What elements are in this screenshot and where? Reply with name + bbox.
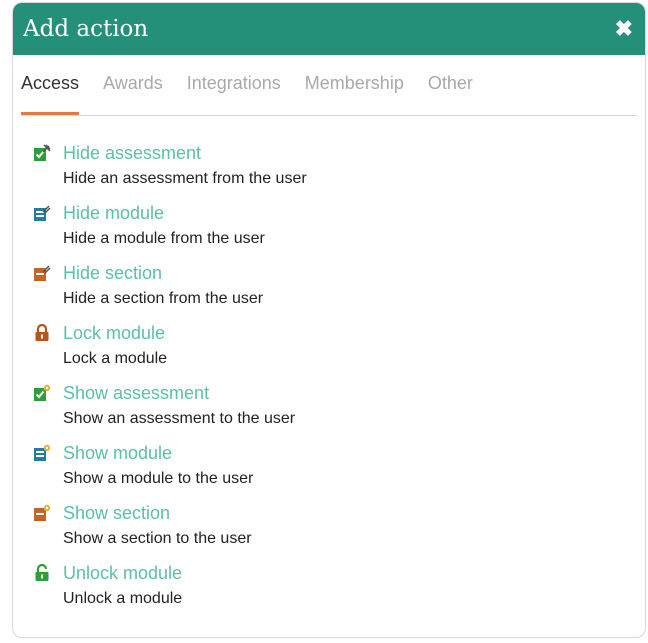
dialog-header: Add action ✖ bbox=[13, 3, 645, 55]
action-title: Show assessment bbox=[63, 383, 210, 403]
action-title: Hide module bbox=[63, 203, 165, 223]
action-description: Show a section to the user bbox=[63, 530, 252, 547]
action-unlock-module[interactable]: Unlock module Unlock a module bbox=[33, 562, 645, 610]
action-title: Hide assessment bbox=[63, 143, 202, 163]
hide-section-icon bbox=[33, 264, 51, 282]
action-description: Show a module to the user bbox=[63, 470, 254, 487]
action-title: Show module bbox=[63, 443, 173, 463]
tab-membership[interactable]: Membership bbox=[305, 73, 404, 115]
action-description: Hide an assessment from the user bbox=[63, 170, 307, 187]
lock-icon bbox=[33, 324, 51, 342]
action-show-section[interactable]: Show section Show a section to the user bbox=[33, 502, 645, 550]
tab-awards[interactable]: Awards bbox=[103, 73, 163, 115]
action-description: Show an assessment to the user bbox=[63, 410, 296, 427]
action-description: Hide a module from the user bbox=[63, 230, 265, 247]
action-hide-module[interactable]: Hide module Hide a module from the user bbox=[33, 202, 645, 250]
action-description: Hide a section from the user bbox=[63, 290, 264, 307]
tab-integrations[interactable]: Integrations bbox=[187, 73, 281, 115]
action-hide-assessment[interactable]: Hide assessment Hide an assessment from … bbox=[33, 142, 645, 190]
add-action-dialog: Add action ✖ Access Awards Integrations … bbox=[12, 2, 646, 638]
action-show-assessment[interactable]: Show assessment Show an assessment to th… bbox=[33, 382, 645, 430]
action-description: Unlock a module bbox=[63, 590, 183, 607]
action-hide-section[interactable]: Hide section Hide a section from the use… bbox=[33, 262, 645, 310]
dialog-title: Add action bbox=[23, 16, 149, 42]
action-show-module[interactable]: Show module Show a module to the user bbox=[33, 442, 645, 490]
unlock-icon bbox=[33, 564, 51, 582]
show-section-icon bbox=[33, 504, 51, 522]
hide-assessment-icon bbox=[33, 144, 51, 162]
action-list: Hide assessment Hide an assessment from … bbox=[13, 116, 645, 610]
tab-access[interactable]: Access bbox=[21, 73, 80, 115]
show-module-icon bbox=[33, 444, 51, 462]
show-assessment-icon bbox=[33, 384, 51, 402]
close-icon[interactable]: ✖ bbox=[615, 18, 633, 40]
action-title: Hide section bbox=[63, 263, 163, 283]
action-title: Show section bbox=[63, 503, 171, 523]
tab-other[interactable]: Other bbox=[428, 73, 473, 115]
action-lock-module[interactable]: Lock module Lock a module bbox=[33, 322, 645, 370]
tab-bar: Access Awards Integrations Membership Ot… bbox=[21, 55, 637, 116]
action-description: Lock a module bbox=[63, 350, 168, 367]
hide-module-icon bbox=[33, 204, 51, 222]
action-title: Unlock module bbox=[63, 563, 183, 583]
action-title: Lock module bbox=[63, 323, 166, 343]
